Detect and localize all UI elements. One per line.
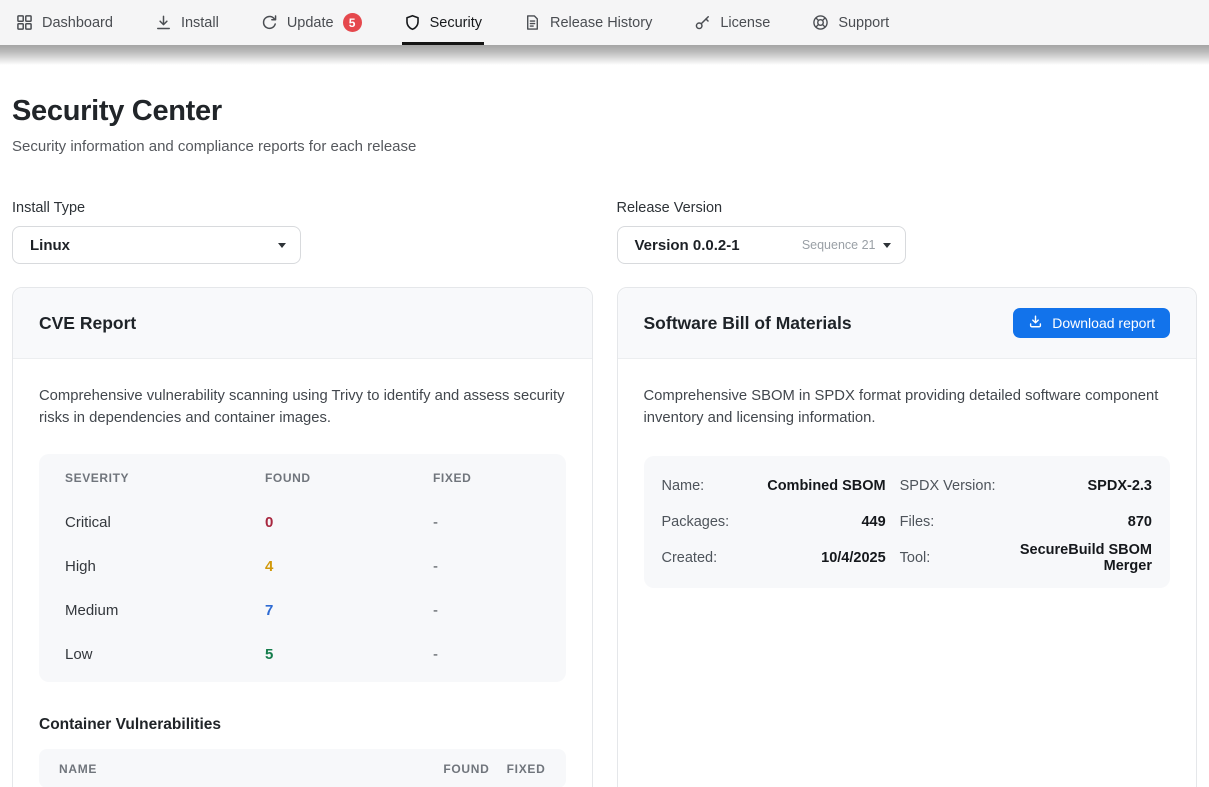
severity-label: Low (65, 646, 265, 663)
container-vuln-table-header: NAME FOUND FIXED (39, 749, 566, 787)
update-count-badge: 5 (343, 13, 362, 32)
col-fixed: FIXED (490, 762, 546, 776)
severity-label: High (65, 558, 265, 575)
sbom-detail-label: Created: (662, 540, 730, 576)
download-icon (155, 14, 172, 31)
sbom-detail-label: Tool: (900, 540, 996, 576)
table-row-high: High 4 - (39, 544, 566, 588)
sbom-card-title: Software Bill of Materials (644, 313, 852, 334)
shield-icon (404, 14, 421, 31)
col-severity: SEVERITY (65, 471, 265, 485)
fixed-count: - (433, 646, 540, 663)
top-navigation: Dashboard Install Update 5 Security Rele… (0, 0, 1209, 45)
severity-label: Medium (65, 602, 265, 619)
fixed-count: - (433, 558, 540, 575)
sbom-description: Comprehensive SBOM in SPDX format provid… (644, 386, 1171, 429)
install-type-value: Linux (30, 237, 70, 254)
document-icon (524, 14, 541, 31)
nav-item-license[interactable]: License (694, 0, 770, 45)
chevron-down-icon (883, 243, 891, 248)
found-count: 0 (265, 514, 433, 531)
sbom-detail-value: 10/4/2025 (743, 540, 885, 576)
sbom-detail-value: 449 (743, 504, 885, 540)
release-sequence-label: Sequence 21 (802, 238, 876, 252)
severity-table-header: SEVERITY FOUND FIXED (39, 456, 566, 500)
key-icon (694, 14, 711, 31)
sbom-card-body: Comprehensive SBOM in SPDX format provid… (618, 359, 1197, 615)
refresh-icon (261, 14, 278, 31)
nav-item-release-history[interactable]: Release History (524, 0, 652, 45)
cve-card-title: CVE Report (39, 313, 136, 334)
cve-card-body: Comprehensive vulnerability scanning usi… (13, 359, 592, 787)
nav-item-update[interactable]: Update 5 (261, 0, 362, 45)
lifebuoy-icon (812, 14, 829, 31)
install-type-label: Install Type (12, 200, 593, 216)
main-content: Security Center Security information and… (0, 95, 1209, 787)
fixed-count: - (433, 602, 540, 619)
fixed-count: - (433, 514, 540, 531)
nav-item-install[interactable]: Install (155, 0, 219, 45)
container-vulnerabilities-section: Container Vulnerabilities NAME FOUND FIX… (39, 716, 566, 787)
download-icon (1028, 314, 1043, 332)
sbom-detail-value: SPDX-2.3 (1010, 468, 1152, 504)
sbom-detail-label: SPDX Version: (900, 468, 996, 504)
sbom-detail-label: Files: (900, 504, 996, 540)
sbom-detail-value: SecureBuild SBOM Merger (1010, 540, 1152, 576)
col-fixed: FIXED (433, 471, 540, 485)
severity-table: SEVERITY FOUND FIXED Critical 0 - High 4… (39, 454, 566, 682)
nav-item-security[interactable]: Security (404, 0, 482, 45)
download-report-label: Download report (1052, 315, 1155, 331)
sbom-detail-value: Combined SBOM (743, 468, 885, 504)
col-found: FOUND (370, 762, 490, 776)
sbom-details-grid: Name: Combined SBOM SPDX Version: SPDX-2… (644, 456, 1171, 588)
page-title: Security Center (12, 95, 1197, 128)
sbom-detail-label: Name: (662, 468, 730, 504)
nav-shadow-divider (0, 45, 1209, 65)
table-row-critical: Critical 0 - (39, 500, 566, 544)
nav-label: Update (287, 15, 334, 31)
found-count: 4 (265, 558, 433, 575)
dashboard-icon (16, 14, 33, 31)
table-row-low: Low 5 - (39, 632, 566, 676)
nav-label: Dashboard (42, 15, 113, 31)
sbom-detail-label: Packages: (662, 504, 730, 540)
nav-item-dashboard[interactable]: Dashboard (16, 0, 113, 45)
page-subtitle: Security information and compliance repo… (12, 138, 1197, 155)
release-version-label: Release Version (617, 200, 1198, 216)
severity-label: Critical (65, 514, 265, 531)
sbom-card-header: Software Bill of Materials Download repo… (618, 288, 1197, 359)
filters-row: Install Type Linux Release Version Versi… (12, 200, 1197, 264)
release-version-group: Release Version Version 0.0.2-1 Sequence… (617, 200, 1198, 264)
found-count: 7 (265, 602, 433, 619)
sbom-card: Software Bill of Materials Download repo… (617, 287, 1198, 787)
release-version-select[interactable]: Version 0.0.2-1 Sequence 21 (617, 226, 906, 264)
container-vulnerabilities-title: Container Vulnerabilities (39, 716, 566, 734)
col-name: NAME (59, 762, 370, 776)
cve-report-card: CVE Report Comprehensive vulnerability s… (12, 287, 593, 787)
cve-description: Comprehensive vulnerability scanning usi… (39, 386, 566, 429)
install-type-select[interactable]: Linux (12, 226, 301, 264)
nav-label: License (720, 15, 770, 31)
nav-label: Release History (550, 15, 652, 31)
release-version-value: Version 0.0.2-1 (635, 237, 740, 254)
table-row-medium: Medium 7 - (39, 588, 566, 632)
download-report-button[interactable]: Download report (1013, 308, 1170, 338)
nav-label: Install (181, 15, 219, 31)
found-count: 5 (265, 646, 433, 663)
sbom-detail-value: 870 (1010, 504, 1152, 540)
install-type-group: Install Type Linux (12, 200, 593, 264)
chevron-down-icon (278, 243, 286, 248)
cve-card-header: CVE Report (13, 288, 592, 359)
nav-label: Security (430, 15, 482, 31)
col-found: FOUND (265, 471, 433, 485)
nav-label: Support (838, 15, 889, 31)
nav-item-support[interactable]: Support (812, 0, 889, 45)
report-cards-row: CVE Report Comprehensive vulnerability s… (12, 287, 1197, 787)
